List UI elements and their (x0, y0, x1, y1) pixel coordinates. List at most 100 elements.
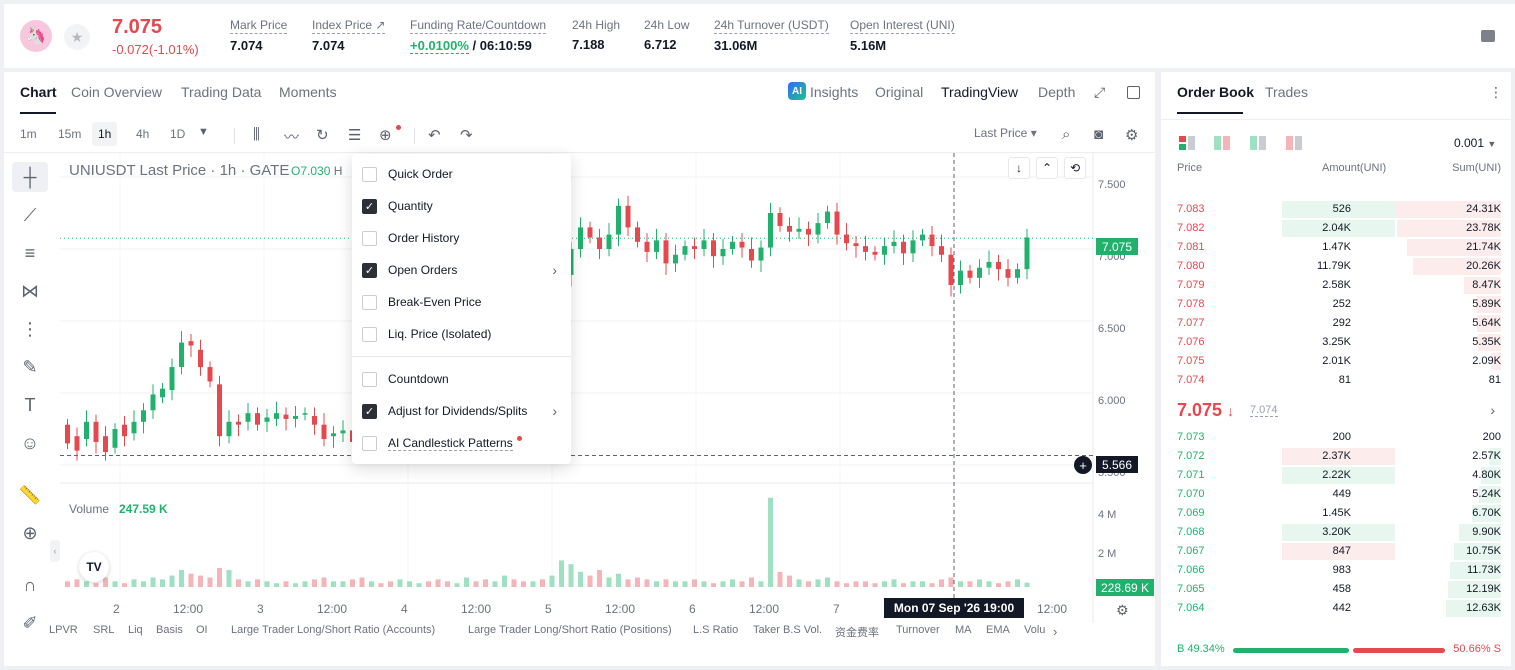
timeframe-1h[interactable]: 1h (92, 122, 118, 146)
menu-item-open-orders[interactable]: ✓ Open Orders › (362, 260, 561, 280)
chart-settings-icon[interactable]: ⚙ (1116, 602, 1129, 619)
ask-row[interactable]: 7.078 252 5.89K (1161, 295, 1511, 314)
ask-row[interactable]: 7.077 292 5.64K (1161, 314, 1511, 333)
tab-chart[interactable]: Chart (20, 84, 57, 100)
crosshair-tool-icon[interactable]: ┼ (12, 162, 48, 192)
favorite-star-icon[interactable]: ★ (64, 24, 90, 50)
pattern-tool-icon[interactable]: ⋈ (12, 276, 48, 306)
indicator-srl[interactable]: SRL (93, 624, 114, 636)
indicator-liq[interactable]: Liq (128, 624, 143, 636)
timeframe-1d[interactable]: 1D (164, 122, 191, 146)
menu-item-quick-order[interactable]: Quick Order (362, 164, 453, 184)
text-tool-icon[interactable]: T (12, 390, 48, 420)
indicator-ls-ratio[interactable]: L.S Ratio (693, 624, 738, 636)
bid-row[interactable]: 7.069 1.45K 6.70K (1161, 504, 1511, 523)
ask-row[interactable]: 7.081 1.47K 21.74K (1161, 238, 1511, 257)
camera-icon[interactable]: ◙ (1094, 126, 1103, 143)
ask-row[interactable]: 7.082 2.04K 23.78K (1161, 219, 1511, 238)
tab-trades[interactable]: Trades (1265, 84, 1308, 100)
tab-original[interactable]: Original (875, 84, 923, 100)
tab-depth[interactable]: Depth (1038, 84, 1075, 100)
bid-row[interactable]: 7.072 2.37K 2.57K (1161, 447, 1511, 466)
timeframe-dropdown-icon[interactable]: ▼ (198, 126, 209, 138)
menu-item-countdown[interactable]: Countdown (362, 369, 449, 389)
stat-open-interest[interactable]: Open Interest (UNI) 5.16M (850, 18, 955, 53)
tab-moments[interactable]: Moments (279, 84, 337, 100)
menu-item-adjust-dividends[interactable]: ✓ Adjust for Dividends/Splits › (362, 401, 561, 421)
menu-item-order-history[interactable]: Order History (362, 228, 459, 248)
indicator-funding-rate[interactable]: 资金费率 (835, 624, 879, 640)
candle-type-icon[interactable]: ⫼ (253, 126, 260, 143)
tab-tradingview[interactable]: TradingView (941, 84, 1018, 100)
undo-icon[interactable]: ↶ (428, 126, 441, 144)
stat-funding-rate[interactable]: Funding Rate/Countdown +0.0100% / 06:10:… (410, 18, 547, 54)
refresh-icon[interactable]: ↻ (316, 126, 329, 144)
collapse-icon[interactable]: ⌃ (1036, 157, 1058, 179)
settings-list-icon[interactable]: ☰ (348, 126, 361, 144)
bid-row[interactable]: 7.064 442 12.63K (1161, 599, 1511, 618)
indicator-taker-bs-vol[interactable]: Taker B.S Vol. (753, 624, 822, 636)
tab-insights[interactable]: Insights (810, 84, 858, 100)
add-order-plus-icon[interactable]: + (1074, 456, 1092, 474)
stat-24h-turnover[interactable]: 24h Turnover (USDT) 31.06M (714, 18, 829, 53)
indicator-ema[interactable]: EMA (986, 624, 1010, 636)
tab-order-book[interactable]: Order Book (1177, 84, 1254, 100)
emoji-tool-icon[interactable]: ☺ (12, 428, 48, 458)
brush-tool-icon[interactable]: ✎ (12, 352, 48, 382)
precision-select[interactable]: 0.001 ▼ (1454, 136, 1496, 150)
menu-item-ai-patterns[interactable]: AI Candlestick Patterns (362, 433, 522, 453)
search-icon[interactable]: ⌕ (1062, 126, 1070, 143)
timeframe-1m[interactable]: 1m (14, 122, 43, 146)
checkbox[interactable] (362, 230, 377, 246)
checkbox-checked-icon[interactable]: ✓ (362, 403, 377, 419)
bid-row[interactable]: 7.070 449 5.24K (1161, 485, 1511, 504)
checkbox-checked-icon[interactable]: ✓ (362, 198, 377, 214)
timeframe-4h[interactable]: 4h (130, 122, 155, 146)
ask-row[interactable]: 7.083 526 24.31K (1161, 200, 1511, 219)
gear-icon[interactable]: ⚙ (1125, 126, 1138, 144)
indicator-large-trader-accounts[interactable]: Large Trader Long/Short Ratio (Accounts) (231, 624, 435, 636)
collapse-toolbar-icon[interactable]: ‹ (50, 540, 60, 562)
funding-rate-value[interactable]: +0.0100% (410, 38, 469, 54)
reset-view-icon[interactable]: ⟲ (1064, 157, 1086, 179)
book-icon[interactable] (1481, 30, 1495, 42)
window-icon[interactable] (1127, 86, 1140, 99)
bid-row[interactable]: 7.071 2.22K 4.80K (1161, 466, 1511, 485)
stat-index-price[interactable]: Index Price ↗ 7.074 (312, 18, 386, 53)
ask-row[interactable]: 7.075 2.01K 2.09K (1161, 352, 1511, 371)
checkbox[interactable] (362, 371, 377, 387)
checkbox-checked-icon[interactable]: ✓ (362, 262, 377, 278)
menu-item-quantity[interactable]: ✓ Quantity (362, 196, 433, 216)
bid-row[interactable]: 7.073 200 200 (1161, 428, 1511, 447)
view-split-icon[interactable] (1214, 136, 1230, 150)
ask-row[interactable]: 7.076 3.25K 5.35K (1161, 333, 1511, 352)
tradingview-logo-icon[interactable]: TV (79, 552, 109, 582)
magnet-tool-icon[interactable]: ∩ (12, 570, 48, 600)
bid-row[interactable]: 7.065 458 12.19K (1161, 580, 1511, 599)
menu-item-break-even[interactable]: Break-Even Price (362, 292, 481, 312)
parallel-lines-tool-icon[interactable]: ≡ (12, 238, 48, 268)
bid-row[interactable]: 7.068 3.20K 9.90K (1161, 523, 1511, 542)
tab-trading-data[interactable]: Trading Data (181, 84, 261, 100)
pencil-lock-tool-icon[interactable]: ✐ (12, 608, 48, 638)
ruler-tool-icon[interactable]: 📏 (12, 480, 48, 510)
indicator-volume[interactable]: Volu (1024, 624, 1045, 636)
checkbox[interactable] (362, 435, 377, 451)
add-icon[interactable]: ⊕ (379, 126, 392, 144)
ask-row[interactable]: 7.079 2.58K 8.47K (1161, 276, 1511, 295)
view-bids-icon[interactable] (1250, 136, 1266, 150)
bid-row[interactable]: 7.067 847 10.75K (1161, 542, 1511, 561)
tab-coin-overview[interactable]: Coin Overview (71, 84, 162, 100)
view-both-icon[interactable] (1179, 136, 1195, 150)
indicator-lpvr[interactable]: LPVR (49, 624, 78, 636)
candlestick-chart[interactable] (60, 153, 1155, 623)
more-options-icon[interactable]: ⋮ (1489, 84, 1503, 101)
stat-mark-price[interactable]: Mark Price 7.074 (230, 18, 288, 53)
timeframe-15m[interactable]: 15m (52, 122, 87, 146)
indicator-large-trader-positions[interactable]: Large Trader Long/Short Ratio (Positions… (468, 624, 672, 636)
bid-row[interactable]: 7.066 983 11.73K (1161, 561, 1511, 580)
view-asks-icon[interactable] (1286, 136, 1302, 150)
indicator-basis[interactable]: Basis (156, 624, 183, 636)
ask-row[interactable]: 7.074 81 81 (1161, 371, 1511, 390)
chevron-right-icon[interactable]: › (1490, 402, 1495, 418)
